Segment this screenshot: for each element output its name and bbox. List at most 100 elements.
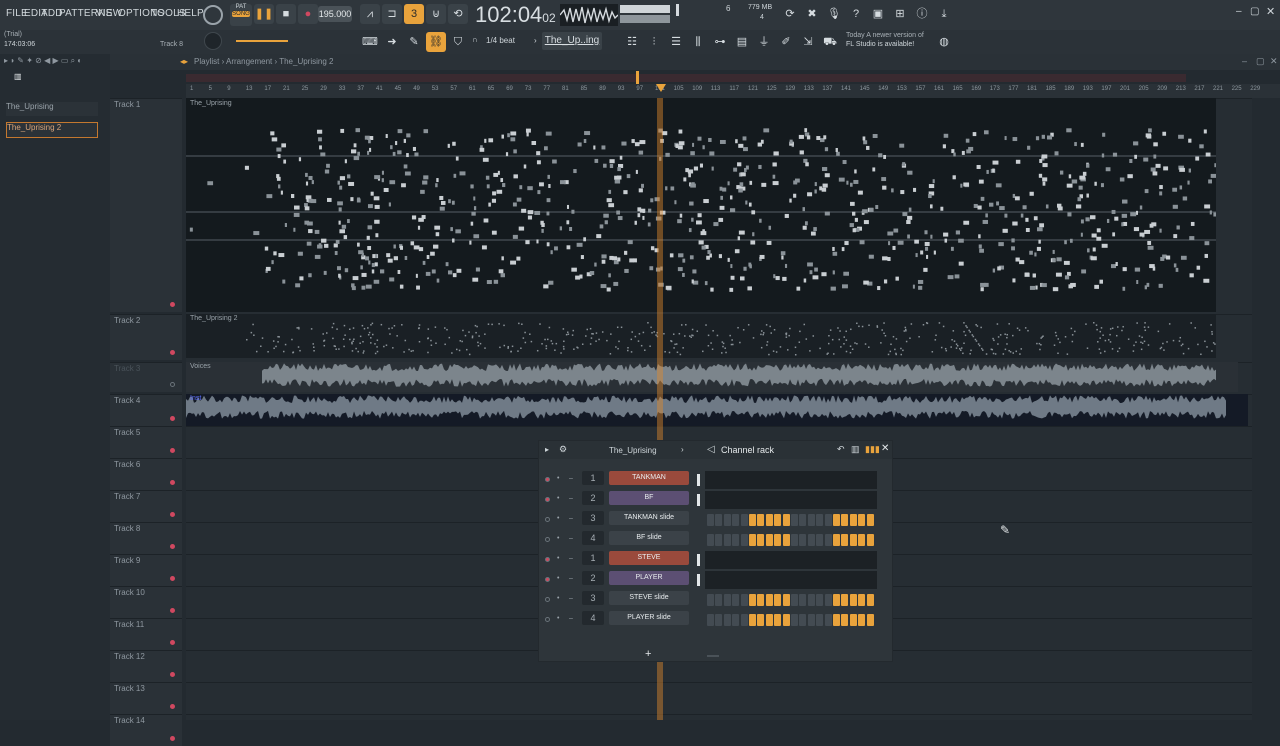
picker-item-1[interactable]: The_Uprising [6, 102, 98, 116]
step-button[interactable] [833, 534, 840, 546]
playhead-marker[interactable] [656, 84, 666, 92]
step-button[interactable] [732, 614, 740, 626]
rack-close-icon[interactable]: ✕ [881, 443, 889, 454]
download-icon[interactable]: ⤓ [934, 4, 954, 24]
track-header[interactable] [110, 426, 182, 458]
playlist-max-icon[interactable]: ▢ [1256, 56, 1265, 67]
step-button[interactable] [782, 594, 790, 606]
step-button[interactable] [715, 594, 723, 606]
channel-name-button[interactable]: TANKMAN [609, 471, 689, 485]
step-button[interactable] [732, 534, 740, 546]
track-header[interactable] [110, 490, 182, 522]
channel-mixer-number[interactable]: 1 [582, 551, 604, 565]
step-button[interactable] [824, 614, 832, 626]
step-edit-icon[interactable]: ⊍ [426, 4, 446, 24]
close-icon[interactable]: ✕ [1266, 5, 1275, 18]
step-button[interactable] [858, 614, 866, 626]
channel-piano-roll-preview[interactable] [705, 471, 877, 489]
track-mute-indicator[interactable] [170, 640, 175, 645]
mixer-icon[interactable]: ☰ [666, 32, 686, 52]
channel-mixer-number[interactable]: 3 [582, 591, 604, 605]
channel-pan-knob[interactable]: • [557, 495, 559, 502]
record-button[interactable]: ● [298, 4, 318, 24]
step-button[interactable] [849, 514, 857, 526]
play-button[interactable]: ❚❚ [254, 4, 274, 24]
track-mute-indicator[interactable] [170, 448, 175, 453]
channel-name-button[interactable]: STEVE [609, 551, 689, 565]
channel-name-button[interactable]: PLAYER [609, 571, 689, 585]
pattern-prev-icon[interactable]: › [534, 36, 537, 45]
track-header[interactable] [110, 618, 182, 650]
step-button[interactable] [858, 594, 866, 606]
minimize-icon[interactable]: – [1236, 6, 1242, 17]
track-header[interactable] [110, 650, 182, 682]
step-button[interactable] [807, 614, 815, 626]
channel-volume-knob[interactable]: – [569, 475, 573, 482]
rack-pattern[interactable]: The_Uprising [609, 446, 657, 455]
add-channel-button[interactable]: + [645, 648, 651, 660]
step-button[interactable] [799, 614, 807, 626]
menu-help[interactable]: HELP [177, 8, 204, 19]
channel-volume-knob[interactable]: – [569, 515, 573, 522]
channel-pan-knob[interactable]: • [557, 595, 559, 602]
channel-mute-led[interactable] [545, 617, 550, 622]
track-mute-indicator[interactable] [170, 350, 175, 355]
step-button[interactable] [833, 514, 840, 526]
arrow-icon[interactable]: ➜ [382, 32, 402, 52]
channel-select-bar[interactable] [697, 574, 700, 586]
channel-mute-led[interactable] [545, 477, 550, 482]
step-button[interactable] [749, 614, 756, 626]
step-button[interactable] [723, 614, 731, 626]
wait-input-icon[interactable]: ⊐ [382, 4, 402, 24]
step-button[interactable] [765, 594, 773, 606]
scroll-marker[interactable] [636, 71, 639, 85]
channel-pan-knob[interactable]: • [557, 615, 559, 622]
step-button[interactable] [707, 514, 714, 526]
track-header[interactable] [110, 522, 182, 554]
channel-volume-knob[interactable]: – [569, 555, 573, 562]
step-button[interactable] [740, 514, 748, 526]
step-button[interactable] [782, 614, 790, 626]
globe-icon[interactable]: ◍ [934, 32, 954, 52]
channel-select-bar[interactable] [697, 494, 700, 506]
track-header[interactable] [110, 362, 182, 392]
step-button[interactable] [799, 534, 807, 546]
picker-item-2[interactable]: The_Uprising 2 [6, 122, 98, 138]
track-header[interactable] [110, 714, 182, 746]
step-button[interactable] [740, 534, 748, 546]
clip-voices[interactable]: Voices [186, 362, 1238, 392]
save-icon[interactable]: ▣ [868, 4, 888, 24]
step-button[interactable] [841, 514, 849, 526]
step-button[interactable] [782, 534, 790, 546]
link-icon[interactable]: ⛓ [426, 32, 446, 52]
step-button[interactable] [866, 594, 874, 606]
track-header[interactable] [110, 458, 182, 490]
channel-volume-knob[interactable]: – [569, 575, 573, 582]
track-mute-indicator[interactable] [170, 672, 175, 677]
channel-mixer-number[interactable]: 3 [582, 511, 604, 525]
step-button[interactable] [816, 614, 824, 626]
step-button[interactable] [791, 514, 798, 526]
channel-mixer-number[interactable]: 2 [582, 491, 604, 505]
step-button[interactable] [833, 614, 840, 626]
refresh-icon[interactable]: ⟳ [780, 4, 800, 24]
step-button[interactable] [782, 514, 790, 526]
track-header[interactable] [110, 394, 182, 426]
track-header[interactable] [110, 682, 182, 714]
step-button[interactable] [841, 594, 849, 606]
step-button[interactable] [841, 614, 849, 626]
clip-inst[interactable]: Inst [186, 394, 1248, 426]
main-knob[interactable] [204, 32, 222, 50]
track-mute-indicator[interactable] [170, 544, 175, 549]
step-button[interactable] [866, 614, 874, 626]
step-button[interactable] [807, 514, 815, 526]
channel-volume-knob[interactable]: – [569, 595, 573, 602]
channel-pan-knob[interactable]: • [557, 475, 559, 482]
channel-name-button[interactable]: TANKMAN slide [609, 511, 689, 525]
magnet-icon[interactable]: ∩ [472, 35, 478, 44]
step-button[interactable] [765, 514, 773, 526]
channel-pan-knob[interactable]: • [557, 555, 559, 562]
timeline-ruler[interactable]: 1 5 9 13 17 21 25 29 33 37 41 45 49 53 57 61 65 69 73 77 81 8… [186, 84, 1280, 98]
step-button[interactable] [849, 534, 857, 546]
step-button[interactable] [715, 514, 723, 526]
